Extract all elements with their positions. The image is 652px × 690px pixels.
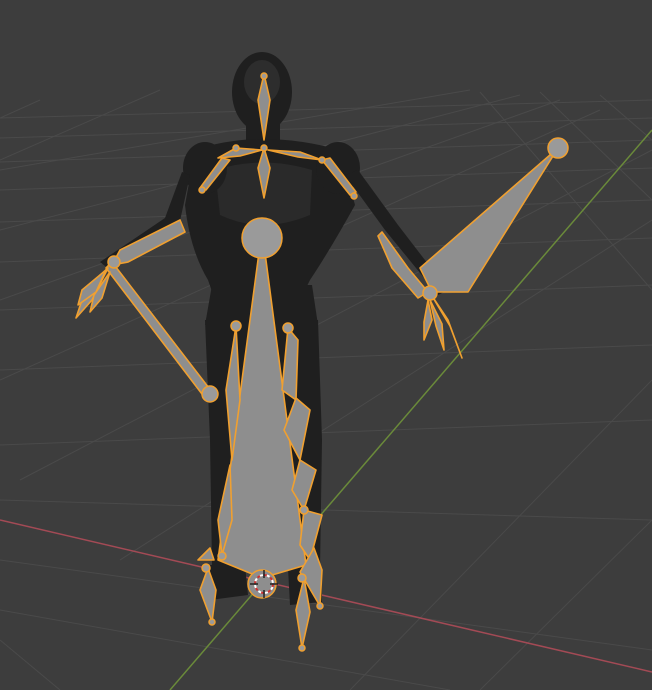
grid-line [479,91,652,291]
grid-line [599,94,652,141]
joint-shoulder-right[interactable] [232,144,240,152]
bone-heel-right[interactable] [197,547,215,561]
joint-hips[interactable] [241,217,283,259]
joint-toe-right[interactable] [208,618,216,626]
joint-wrist-right[interactable] [107,255,121,269]
3d-viewport[interactable] [0,0,652,690]
grid-line [0,117,652,139]
bone-forearm-right[interactable] [111,219,186,266]
joint-knee-left-2[interactable] [299,505,309,515]
joint-foot-right[interactable] [201,563,211,573]
bone-ik-arm-right[interactable] [105,261,213,399]
viewport-canvas[interactable] [0,0,652,690]
joint-hip-right[interactable] [230,320,242,332]
grid-line [0,344,652,371]
joint-wrist-left[interactable] [422,285,438,301]
joint-elbow-right[interactable] [198,186,206,194]
bone-finger-left-2[interactable] [429,299,445,351]
joint-shoulder-left[interactable] [318,156,326,164]
joint-toe-left[interactable] [297,573,307,583]
joint-pole-right[interactable] [201,385,219,403]
joint-foot-left-tip[interactable] [316,602,324,610]
grid-line [0,99,652,119]
joint-toe-left-tip[interactable] [298,644,306,652]
grid-line [0,89,161,161]
x-axis-line [0,519,652,673]
grid-line [0,419,652,446]
grid-line [479,519,652,690]
grid-line [0,499,652,521]
bone-ik-arm-left[interactable] [419,147,559,293]
joint-ik-target-left[interactable] [547,137,569,159]
joint-neck[interactable] [260,144,268,152]
grid-line [0,99,41,119]
joint-head-tip[interactable] [260,72,268,80]
grid-line [0,609,451,690]
joint-ankle-right[interactable] [217,551,227,561]
grid-line [0,639,61,690]
grid-line [0,559,652,651]
joint-hip-left[interactable] [282,322,294,334]
joint-elbow-left[interactable] [350,192,358,200]
